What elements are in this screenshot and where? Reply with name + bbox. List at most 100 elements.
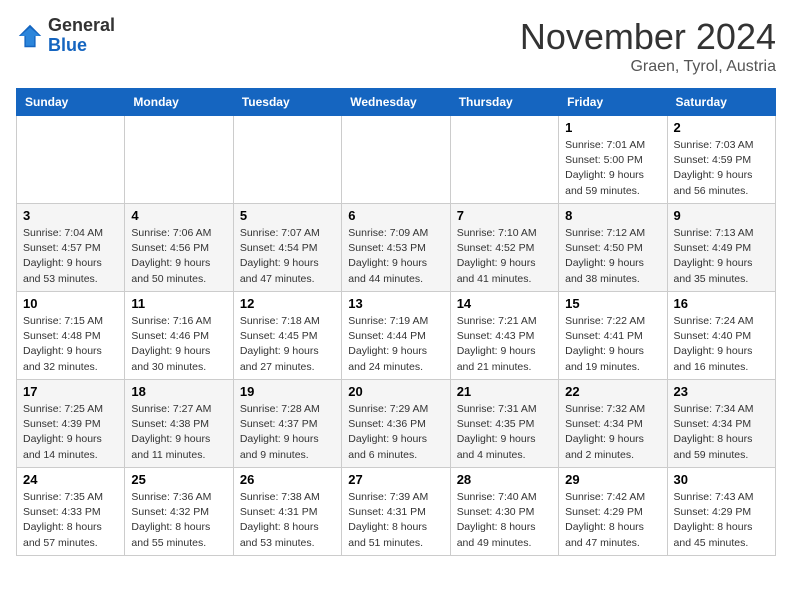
day-number: 28 xyxy=(457,472,552,487)
day-info: Sunrise: 7:36 AMSunset: 4:32 PMDaylight:… xyxy=(131,490,226,551)
calendar-header-row: SundayMondayTuesdayWednesdayThursdayFrid… xyxy=(17,89,776,116)
day-number: 18 xyxy=(131,384,226,399)
day-number: 17 xyxy=(23,384,118,399)
day-number: 16 xyxy=(674,296,769,311)
calendar-day-cell: 19 Sunrise: 7:28 AMSunset: 4:37 PMDayligh… xyxy=(233,380,341,468)
calendar-day-cell: 24Sunrise: 7:35 AMSunset: 4:33 PMDayligh… xyxy=(17,468,125,556)
logo-icon xyxy=(16,22,44,50)
calendar-week-row: 10 Sunrise: 7:15 AMSunset: 4:48 PMDayligh… xyxy=(17,292,776,380)
calendar-week-row: 17 Sunrise: 7:25 AMSunset: 4:39 PMDayligh… xyxy=(17,380,776,468)
calendar-day-cell: 9 Sunrise: 7:13 AMSunset: 4:49 PMDaylight… xyxy=(667,204,775,292)
calendar-week-row: 1Sunrise: 7:01 AMSunset: 5:00 PMDaylight… xyxy=(17,116,776,204)
calendar-day-cell: 4 Sunrise: 7:06 AMSunset: 4:56 PMDaylight… xyxy=(125,204,233,292)
calendar-day-cell: 21Sunrise: 7:31 AMSunset: 4:35 PMDayligh… xyxy=(450,380,558,468)
day-info: Sunrise: 7:16 AMSunset: 4:46 PMDaylight:… xyxy=(131,314,226,375)
calendar-header-sunday: Sunday xyxy=(17,89,125,116)
calendar-day-cell: 7 Sunrise: 7:10 AMSunset: 4:52 PMDaylight… xyxy=(450,204,558,292)
calendar-table: SundayMondayTuesdayWednesdayThursdayFrid… xyxy=(16,88,776,556)
day-number: 23 xyxy=(674,384,769,399)
calendar-day-cell xyxy=(17,116,125,204)
calendar-day-cell: 28 Sunrise: 7:40 AMSunset: 4:30 PMDayligh… xyxy=(450,468,558,556)
day-info: Sunrise: 7:27 AMSunset: 4:38 PMDaylight:… xyxy=(131,402,226,463)
day-info: Sunrise: 7:06 AMSunset: 4:56 PMDaylight:… xyxy=(131,226,226,287)
calendar-day-cell: 20 Sunrise: 7:29 AMSunset: 4:36 PMDayligh… xyxy=(342,380,450,468)
location: Graen, Tyrol, Austria xyxy=(520,58,776,76)
logo-text: General Blue xyxy=(48,16,115,56)
day-number: 2 xyxy=(674,120,769,135)
calendar-day-cell: 11 Sunrise: 7:16 AMSunset: 4:46 PMDayligh… xyxy=(125,292,233,380)
logo: General Blue xyxy=(16,16,115,56)
day-number: 13 xyxy=(348,296,443,311)
day-number: 11 xyxy=(131,296,226,311)
calendar-day-cell: 29Sunrise: 7:42 AMSunset: 4:29 PMDayligh… xyxy=(559,468,667,556)
day-info: Sunrise: 7:07 AMSunset: 4:54 PMDaylight:… xyxy=(240,226,335,287)
day-number: 26 xyxy=(240,472,335,487)
day-number: 27 xyxy=(348,472,443,487)
calendar-week-row: 24Sunrise: 7:35 AMSunset: 4:33 PMDayligh… xyxy=(17,468,776,556)
day-info: Sunrise: 7:29 AMSunset: 4:36 PMDaylight:… xyxy=(348,402,443,463)
day-number: 3 xyxy=(23,208,118,223)
calendar-day-cell: 30 Sunrise: 7:43 AMSunset: 4:29 PMDayligh… xyxy=(667,468,775,556)
calendar-header-saturday: Saturday xyxy=(667,89,775,116)
calendar-day-cell xyxy=(342,116,450,204)
calendar-header-friday: Friday xyxy=(559,89,667,116)
day-info: Sunrise: 7:10 AMSunset: 4:52 PMDaylight:… xyxy=(457,226,552,287)
calendar-week-row: 3Sunrise: 7:04 AMSunset: 4:57 PMDaylight… xyxy=(17,204,776,292)
day-info: Sunrise: 7:18 AMSunset: 4:45 PMDaylight:… xyxy=(240,314,335,375)
day-info: Sunrise: 7:40 AMSunset: 4:30 PMDaylight:… xyxy=(457,490,552,551)
calendar-header-thursday: Thursday xyxy=(450,89,558,116)
day-info: Sunrise: 7:43 AMSunset: 4:29 PMDaylight:… xyxy=(674,490,769,551)
title-block: November 2024 Graen, Tyrol, Austria xyxy=(520,16,776,76)
day-number: 20 xyxy=(348,384,443,399)
day-info: Sunrise: 7:21 AMSunset: 4:43 PMDaylight:… xyxy=(457,314,552,375)
day-info: Sunrise: 7:34 AMSunset: 4:34 PMDaylight:… xyxy=(674,402,769,463)
day-info: Sunrise: 7:22 AMSunset: 4:41 PMDaylight:… xyxy=(565,314,660,375)
day-info: Sunrise: 7:09 AMSunset: 4:53 PMDaylight:… xyxy=(348,226,443,287)
day-info: Sunrise: 7:24 AMSunset: 4:40 PMDaylight:… xyxy=(674,314,769,375)
calendar-day-cell: 6 Sunrise: 7:09 AMSunset: 4:53 PMDaylight… xyxy=(342,204,450,292)
day-number: 10 xyxy=(23,296,118,311)
day-number: 12 xyxy=(240,296,335,311)
day-number: 15 xyxy=(565,296,660,311)
logo-general: General xyxy=(48,15,115,35)
day-number: 9 xyxy=(674,208,769,223)
calendar-day-cell: 25 Sunrise: 7:36 AMSunset: 4:32 PMDayligh… xyxy=(125,468,233,556)
calendar-day-cell: 10 Sunrise: 7:15 AMSunset: 4:48 PMDayligh… xyxy=(17,292,125,380)
day-info: Sunrise: 7:03 AMSunset: 4:59 PMDaylight:… xyxy=(674,138,769,199)
calendar-day-cell: 27Sunrise: 7:39 AMSunset: 4:31 PMDayligh… xyxy=(342,468,450,556)
day-number: 14 xyxy=(457,296,552,311)
calendar-day-cell: 22Sunrise: 7:32 AMSunset: 4:34 PMDayligh… xyxy=(559,380,667,468)
day-number: 8 xyxy=(565,208,660,223)
calendar-day-cell: 12 Sunrise: 7:18 AMSunset: 4:45 PMDayligh… xyxy=(233,292,341,380)
month-title: November 2024 xyxy=(520,16,776,58)
day-info: Sunrise: 7:35 AMSunset: 4:33 PMDaylight:… xyxy=(23,490,118,551)
day-number: 7 xyxy=(457,208,552,223)
calendar-day-cell xyxy=(125,116,233,204)
day-number: 6 xyxy=(348,208,443,223)
day-info: Sunrise: 7:42 AMSunset: 4:29 PMDaylight:… xyxy=(565,490,660,551)
day-number: 5 xyxy=(240,208,335,223)
page-header: General Blue November 2024 Graen, Tyrol,… xyxy=(16,16,776,76)
calendar-day-cell: 8Sunrise: 7:12 AMSunset: 4:50 PMDaylight… xyxy=(559,204,667,292)
day-info: Sunrise: 7:19 AMSunset: 4:44 PMDaylight:… xyxy=(348,314,443,375)
day-number: 19 xyxy=(240,384,335,399)
day-number: 30 xyxy=(674,472,769,487)
calendar-day-cell: 5 Sunrise: 7:07 AMSunset: 4:54 PMDaylight… xyxy=(233,204,341,292)
calendar-header-wednesday: Wednesday xyxy=(342,89,450,116)
day-info: Sunrise: 7:28 AMSunset: 4:37 PMDaylight:… xyxy=(240,402,335,463)
calendar-day-cell: 26Sunrise: 7:38 AMSunset: 4:31 PMDayligh… xyxy=(233,468,341,556)
calendar-day-cell xyxy=(450,116,558,204)
calendar-header-tuesday: Tuesday xyxy=(233,89,341,116)
calendar-day-cell: 14 Sunrise: 7:21 AMSunset: 4:43 PMDayligh… xyxy=(450,292,558,380)
calendar-day-cell: 23 Sunrise: 7:34 AMSunset: 4:34 PMDayligh… xyxy=(667,380,775,468)
day-info: Sunrise: 7:13 AMSunset: 4:49 PMDaylight:… xyxy=(674,226,769,287)
day-number: 25 xyxy=(131,472,226,487)
calendar-day-cell: 3Sunrise: 7:04 AMSunset: 4:57 PMDaylight… xyxy=(17,204,125,292)
day-number: 4 xyxy=(131,208,226,223)
day-info: Sunrise: 7:32 AMSunset: 4:34 PMDaylight:… xyxy=(565,402,660,463)
logo-blue: Blue xyxy=(48,35,87,55)
day-info: Sunrise: 7:25 AMSunset: 4:39 PMDaylight:… xyxy=(23,402,118,463)
day-info: Sunrise: 7:15 AMSunset: 4:48 PMDaylight:… xyxy=(23,314,118,375)
day-number: 21 xyxy=(457,384,552,399)
day-number: 1 xyxy=(565,120,660,135)
